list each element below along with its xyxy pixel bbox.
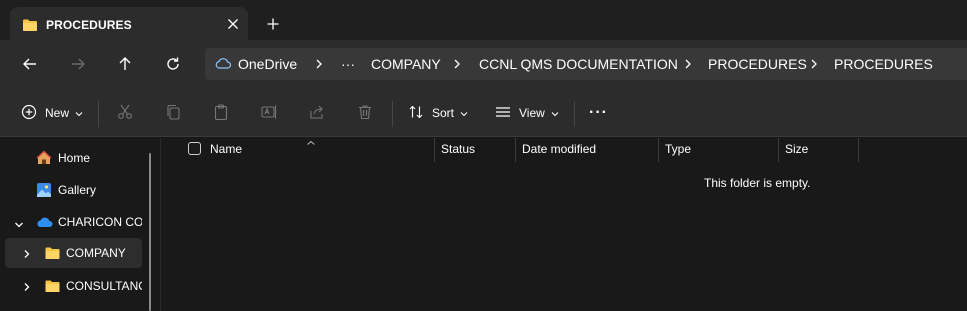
sidebar-item-label: CHARICON COMPANY: [58, 215, 142, 229]
column-divider[interactable]: [434, 138, 435, 162]
chevron-down-icon[interactable]: [14, 218, 24, 232]
up-arrow-icon[interactable]: [114, 53, 136, 75]
onedrive-cloud-icon: [36, 216, 53, 231]
column-header-type[interactable]: Type: [665, 138, 691, 162]
delete-button[interactable]: [356, 101, 374, 125]
breadcrumb-company[interactable]: COMPANY: [371, 56, 441, 72]
chevron-right-icon[interactable]: [23, 248, 31, 262]
sidebar-scrollbar[interactable]: [149, 153, 151, 311]
back-arrow-icon[interactable]: [19, 53, 41, 75]
chevron-down-icon: [460, 106, 468, 120]
sidebar-item-label: Home: [58, 151, 91, 165]
sort-button[interactable]: Sort: [408, 101, 468, 125]
sort-icon: [408, 104, 424, 123]
empty-folder-message: This folder is empty.: [704, 176, 811, 190]
column-divider[interactable]: [778, 138, 779, 162]
folder-icon: [44, 279, 61, 296]
chevron-right-icon[interactable]: [314, 57, 324, 71]
breadcrumb-procedures[interactable]: PROCEDURES: [708, 56, 807, 72]
sidebar-item-gallery[interactable]: Gallery: [5, 175, 142, 205]
sidebar-item-onedrive[interactable]: CHARICON COMPANY: [5, 207, 142, 237]
tab-title: PROCEDURES: [46, 18, 132, 32]
refresh-icon[interactable]: [162, 53, 184, 75]
address-bar[interactable]: OneDrive ··· COMPANY CCNL QMS DOCUMENTAT…: [205, 48, 967, 80]
cloud-icon: [215, 57, 232, 72]
sidebar-item-label: COMPANY: [66, 246, 126, 260]
share-icon: [308, 103, 326, 124]
column-header-name[interactable]: Name: [210, 138, 242, 162]
rename-icon: [260, 103, 278, 124]
column-header-size[interactable]: Size: [785, 138, 808, 162]
close-icon[interactable]: [224, 15, 242, 33]
chevron-right-icon[interactable]: [683, 57, 693, 71]
column-divider[interactable]: [858, 138, 859, 162]
select-all-checkbox[interactable]: [188, 142, 201, 155]
paste-button[interactable]: [212, 101, 230, 125]
chevron-down-icon: [75, 106, 83, 120]
plus-circle-icon: [21, 104, 37, 123]
sidebar-item-consultancy[interactable]: CONSULTANCY: [5, 271, 142, 301]
sidebar-item-label: CONSULTANCY: [66, 279, 142, 293]
column-header-status[interactable]: Status: [441, 138, 475, 162]
sidebar-item-company[interactable]: COMPANY: [5, 238, 142, 268]
paste-icon: [212, 103, 230, 124]
breadcrumb-procedures-current[interactable]: PROCEDURES: [834, 56, 933, 72]
chevron-right-icon[interactable]: [452, 57, 462, 71]
breadcrumb-ccnl-qms-documentation[interactable]: CCNL QMS DOCUMENTATION: [479, 56, 678, 72]
folder-icon: [44, 246, 61, 263]
divider: [98, 101, 99, 127]
navigation-pane: Home Gallery CHARICON COMPANY COMPANY CO…: [0, 138, 160, 311]
new-button[interactable]: New: [21, 101, 83, 125]
copy-icon: [164, 103, 182, 124]
delete-icon: [356, 103, 374, 124]
sidebar-item-home[interactable]: Home: [5, 143, 142, 173]
see-more-button[interactable]: ···: [589, 101, 608, 125]
more-icon: ···: [589, 104, 608, 121]
share-button[interactable]: [308, 101, 326, 125]
sidebar-item-label: Gallery: [58, 183, 97, 197]
breadcrumb-overflow[interactable]: ···: [341, 56, 355, 72]
folder-icon: [22, 18, 38, 35]
column-header-date-modified[interactable]: Date modified: [522, 138, 596, 162]
column-divider[interactable]: [515, 138, 516, 162]
chevron-right-icon[interactable]: [23, 281, 31, 295]
forward-arrow-icon[interactable]: [67, 53, 89, 75]
view-label: View: [519, 106, 545, 120]
cut-button[interactable]: [116, 101, 134, 125]
file-list: Name Status Date modified Type Size This…: [161, 138, 967, 311]
new-label: New: [45, 106, 70, 120]
command-bar: New Sort View ···: [0, 89, 967, 137]
divider: [392, 101, 393, 127]
view-button[interactable]: View: [495, 101, 559, 125]
sort-up-chevron-icon: [306, 135, 316, 149]
view-list-icon: [495, 104, 511, 123]
navigation-bar: OneDrive ··· COMPANY CCNL QMS DOCUMENTAT…: [0, 40, 967, 89]
copy-button[interactable]: [164, 101, 182, 125]
plus-icon[interactable]: [264, 15, 282, 33]
breadcrumb-onedrive[interactable]: OneDrive: [238, 56, 297, 72]
chevron-right-icon[interactable]: [809, 57, 819, 71]
divider: [574, 101, 575, 127]
rename-button[interactable]: [260, 101, 278, 125]
gallery-icon: [36, 182, 52, 201]
chevron-down-icon: [551, 106, 559, 120]
column-divider[interactable]: [658, 138, 659, 162]
home-icon: [36, 150, 52, 169]
cut-icon: [116, 103, 134, 124]
sort-label: Sort: [432, 106, 455, 120]
